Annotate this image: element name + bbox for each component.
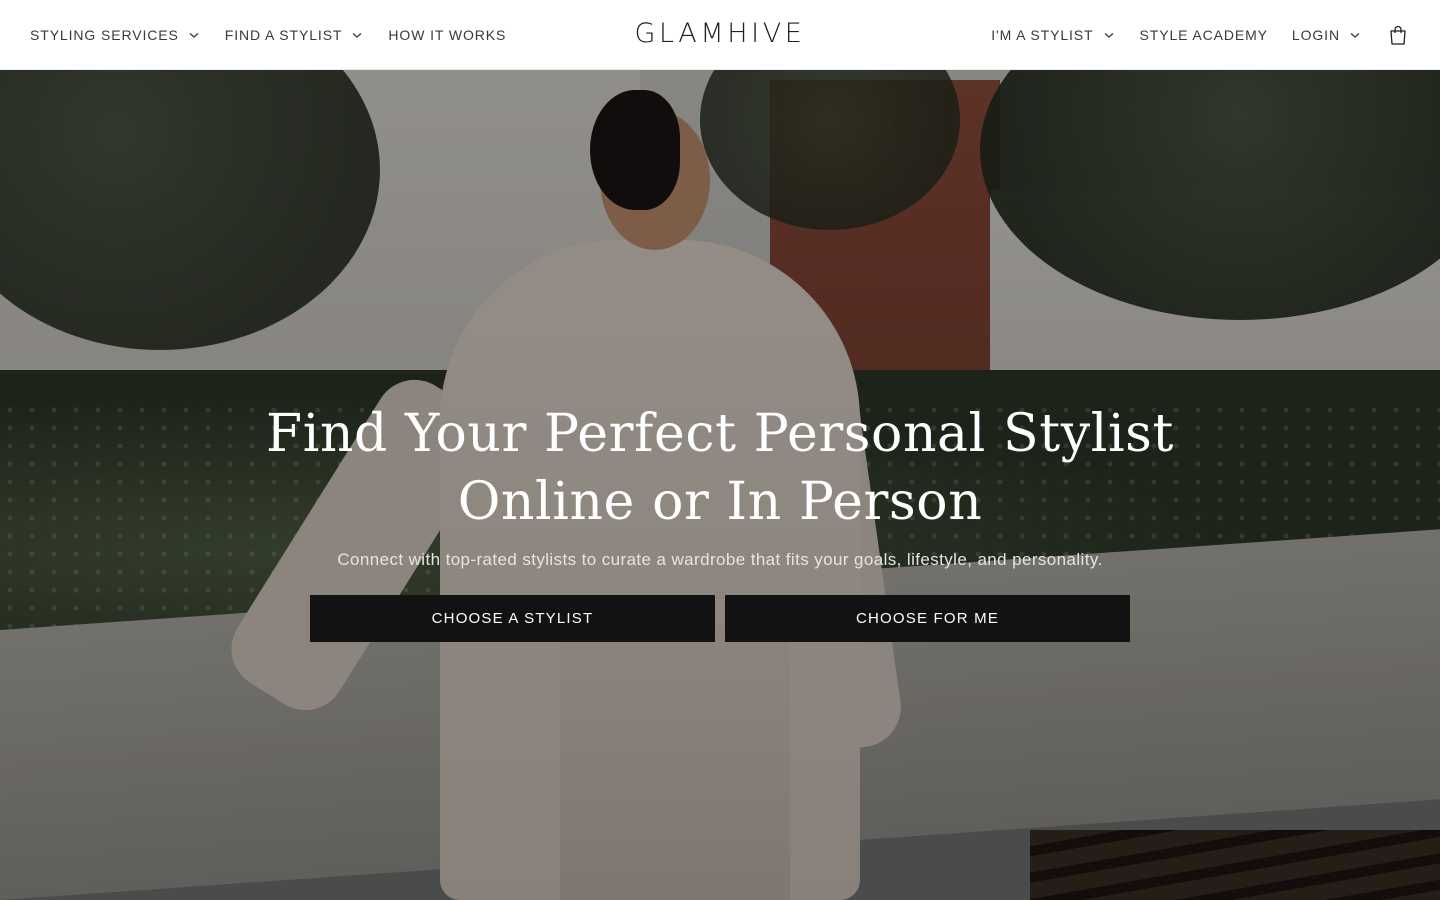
nav-login-label: LOGIN <box>1291 26 1340 43</box>
nav-style-academy-label: STYLE ACADEMY <box>1139 26 1268 43</box>
hero-content: Find Your Perfect Personal Stylist Onlin… <box>0 400 1440 570</box>
choose-a-stylist-button[interactable]: CHOOSE A STYLIST <box>310 595 715 642</box>
primary-nav-left: STYLING SERVICES FIND A STYLIST HOW IT W… <box>30 0 530 69</box>
nav-style-academy[interactable]: STYLE ACADEMY <box>1140 27 1268 43</box>
hero-cta-row: CHOOSE A STYLIST CHOOSE FOR ME <box>310 595 1130 643</box>
nav-how-it-works-label: HOW IT WORKS <box>388 26 507 43</box>
nav-how-it-works[interactable]: HOW IT WORKS <box>388 27 506 43</box>
nav-styling-services-label: STYLING SERVICES <box>30 26 179 43</box>
shopping-bag-icon <box>1390 25 1406 45</box>
nav-styling-services[interactable]: STYLING SERVICES <box>30 27 201 43</box>
hero-title-line-1: Find Your Perfect Personal Stylist <box>266 404 1174 464</box>
site-header: STYLING SERVICES FIND A STYLIST HOW IT W… <box>0 0 1440 70</box>
site-logo-text[interactable]: GLAMHIVE <box>635 18 806 49</box>
nav-find-a-stylist-label: FIND A STYLIST <box>224 26 343 43</box>
chevron-down-icon <box>1102 30 1116 40</box>
nav-im-a-stylist-label: I'M A STYLIST <box>991 26 1094 43</box>
primary-nav-right: I'M A STYLIST STYLE ACADEMY LOGIN <box>991 0 1410 69</box>
nav-find-a-stylist[interactable]: FIND A STYLIST <box>225 27 365 43</box>
chevron-down-icon <box>1348 30 1362 40</box>
choose-for-me-button[interactable]: CHOOSE FOR ME <box>725 595 1130 642</box>
nav-im-a-stylist[interactable]: I'M A STYLIST <box>991 27 1115 43</box>
nav-login[interactable]: LOGIN <box>1292 27 1362 43</box>
chevron-down-icon <box>187 30 201 40</box>
hero-banner: Find Your Perfect Personal Stylist Onlin… <box>0 70 1440 900</box>
hero-title: Find Your Perfect Personal Stylist Onlin… <box>0 400 1440 536</box>
hero-subtitle: Connect with top-rated stylists to curat… <box>337 550 1103 569</box>
hero-title-line-2: Online or In Person <box>457 472 983 532</box>
chevron-down-icon <box>350 30 364 40</box>
cart-button[interactable] <box>1386 23 1410 47</box>
